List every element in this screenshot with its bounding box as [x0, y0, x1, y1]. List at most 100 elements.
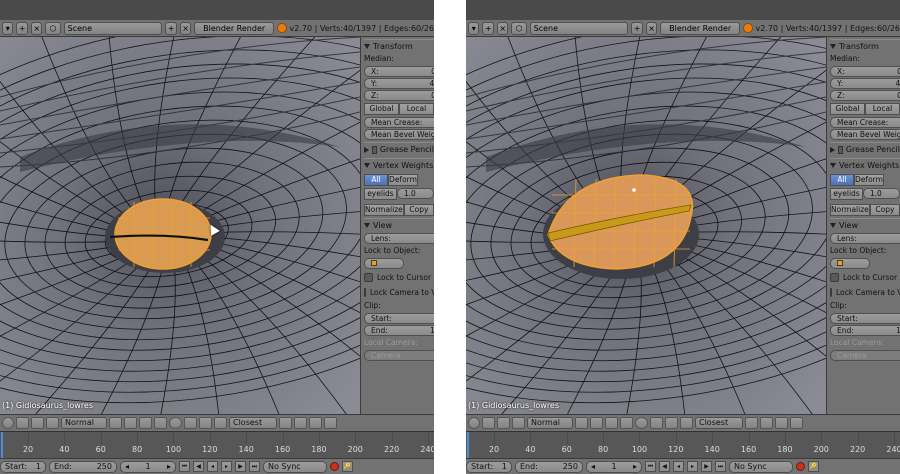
proportional-icon[interactable]	[169, 417, 182, 429]
lock-object-field[interactable]	[364, 258, 404, 269]
close-screen-button[interactable]: ×	[496, 21, 509, 35]
current-frame-field[interactable]: ◂ 1 ▸	[120, 460, 176, 473]
clip-start-field[interactable]: Start: 0	[364, 313, 434, 324]
keyframe-icon[interactable]: 🔑	[342, 461, 353, 472]
play-reverse-button[interactable]: ◂	[673, 461, 684, 472]
snap-target-icon[interactable]	[680, 417, 693, 429]
next-key-button[interactable]: ▶	[701, 461, 712, 472]
all-button[interactable]: All	[364, 174, 388, 186]
sphere-icon[interactable]	[2, 417, 14, 429]
prev-key-button[interactable]: ◀	[193, 461, 204, 472]
median-z-field[interactable]: Z: 0	[830, 90, 900, 101]
mean-bevel-field[interactable]: Mean Bevel Weight	[830, 129, 900, 140]
median-x-field[interactable]: X: 0	[830, 66, 900, 77]
scene-icon[interactable]: ⬡	[45, 21, 61, 35]
view-panel-header[interactable]: View	[364, 218, 434, 232]
occlude-icon[interactable]	[154, 417, 167, 429]
edge-select-icon[interactable]	[124, 417, 137, 429]
render-icon[interactable]	[775, 417, 788, 429]
median-y-field[interactable]: Y: 4	[830, 78, 900, 89]
jump-start-button[interactable]: ⏮	[179, 461, 190, 472]
select-menu-icon[interactable]	[31, 417, 44, 429]
normalize-button[interactable]: Normalize	[830, 204, 870, 216]
clip-start-field[interactable]: Start: 0	[830, 313, 900, 324]
end-frame-field[interactable]: End: 250	[515, 460, 583, 473]
end-frame-field[interactable]: End: 250	[49, 460, 117, 473]
snap-project-icon[interactable]	[294, 417, 307, 429]
vertex-weights-header[interactable]: Vertex Weights	[364, 158, 434, 172]
magnet-icon[interactable]	[665, 417, 678, 429]
view-menu-icon[interactable]	[16, 417, 29, 429]
close-screen-button[interactable]: ×	[30, 21, 43, 35]
timeline-playhead[interactable]	[467, 432, 469, 459]
checkbox[interactable]	[830, 273, 839, 282]
copy-button[interactable]: Copy	[869, 204, 900, 216]
falloff-icon[interactable]	[650, 417, 663, 429]
camera-field[interactable]: Camera	[364, 350, 434, 361]
keyframe-icon[interactable]: 🔑	[808, 461, 819, 472]
mesh-mode-icon[interactable]	[512, 417, 525, 429]
copy-button[interactable]: Copy	[403, 204, 434, 216]
mean-crease-field[interactable]: Mean Crease:	[830, 117, 900, 128]
sync-mode-select[interactable]: No Sync	[729, 460, 793, 473]
clip-end-field[interactable]: End: 10	[364, 325, 434, 336]
record-icon[interactable]	[796, 462, 805, 471]
lens-field[interactable]: Lens:	[830, 233, 900, 244]
render-engine-select[interactable]: Blender Render	[194, 21, 274, 35]
lock-cursor-toggle[interactable]: Lock to Cursor	[830, 270, 900, 285]
timeline[interactable]: 20 40 60 80 100 120 140 160 180 200 220 240	[0, 431, 434, 459]
jump-end-button[interactable]: ⏭	[249, 461, 260, 472]
delete-scene-button[interactable]: ×	[179, 21, 192, 35]
vertex-group-weight[interactable]: 1.0	[862, 188, 900, 199]
local-button[interactable]: Local	[399, 103, 434, 115]
jump-start-button[interactable]: ⏮	[645, 461, 656, 472]
vertex-weights-header[interactable]: Vertex Weights	[830, 158, 900, 172]
lock-camera-toggle[interactable]: Lock Camera to View	[830, 285, 900, 300]
face-select-icon[interactable]	[605, 417, 618, 429]
vertex-group-name[interactable]: eyelids	[830, 188, 863, 200]
lock-cursor-toggle[interactable]: Lock to Cursor	[364, 270, 434, 285]
scene-field[interactable]: Scene	[63, 21, 163, 35]
median-z-field[interactable]: Z: 0	[364, 90, 434, 101]
add-screen-button[interactable]: +	[482, 21, 494, 35]
grease-pencil-checkbox[interactable]	[838, 145, 843, 154]
vertex-group-name[interactable]: eyelids	[364, 188, 397, 200]
global-button[interactable]: Global	[830, 103, 865, 115]
normalize-button[interactable]: Normalize	[364, 204, 404, 216]
magnet-icon[interactable]	[199, 417, 212, 429]
vertex-select-icon[interactable]	[109, 417, 122, 429]
edge-select-icon[interactable]	[590, 417, 603, 429]
view-layout-button[interactable]: ▾	[468, 21, 480, 35]
face-select-icon[interactable]	[139, 417, 152, 429]
next-key-button[interactable]: ▶	[235, 461, 246, 472]
clip-end-field[interactable]: End: 10	[830, 325, 900, 336]
play-reverse-button[interactable]: ◂	[207, 461, 218, 472]
lens-field[interactable]: Lens:	[364, 233, 434, 244]
transform-panel-header[interactable]: Transform	[364, 39, 434, 53]
proportional-icon[interactable]	[635, 417, 648, 429]
vertex-group-weight[interactable]: 1.0	[396, 188, 434, 199]
add-screen-button[interactable]: +	[16, 21, 28, 35]
deform-button[interactable]: Deform	[854, 174, 884, 186]
render-icon[interactable]	[309, 417, 322, 429]
snap-target-icon[interactable]	[214, 417, 227, 429]
play-button[interactable]: ▸	[687, 461, 698, 472]
play-button[interactable]: ▸	[221, 461, 232, 472]
occlude-icon[interactable]	[620, 417, 633, 429]
render-anim-icon[interactable]	[790, 417, 803, 429]
mean-crease-field[interactable]: Mean Crease:	[364, 117, 434, 128]
start-frame-field[interactable]: Start: 1	[466, 460, 512, 473]
checkbox[interactable]	[364, 288, 366, 297]
scene-icon[interactable]: ⬡	[511, 21, 527, 35]
sphere-icon[interactable]	[468, 417, 480, 429]
sync-mode-select[interactable]: No Sync	[263, 460, 327, 473]
snap-mode-select[interactable]: Closest	[229, 417, 277, 429]
delete-scene-button[interactable]: ×	[645, 21, 658, 35]
median-y-field[interactable]: Y: 4	[364, 78, 434, 89]
select-menu-icon[interactable]	[497, 417, 510, 429]
transform-panel-header[interactable]: Transform	[830, 39, 900, 53]
view-panel-header[interactable]: View	[830, 218, 900, 232]
all-button[interactable]: All	[830, 174, 854, 186]
lock-camera-toggle[interactable]: Lock Camera to View	[364, 285, 434, 300]
scene-field[interactable]: Scene	[529, 21, 629, 35]
